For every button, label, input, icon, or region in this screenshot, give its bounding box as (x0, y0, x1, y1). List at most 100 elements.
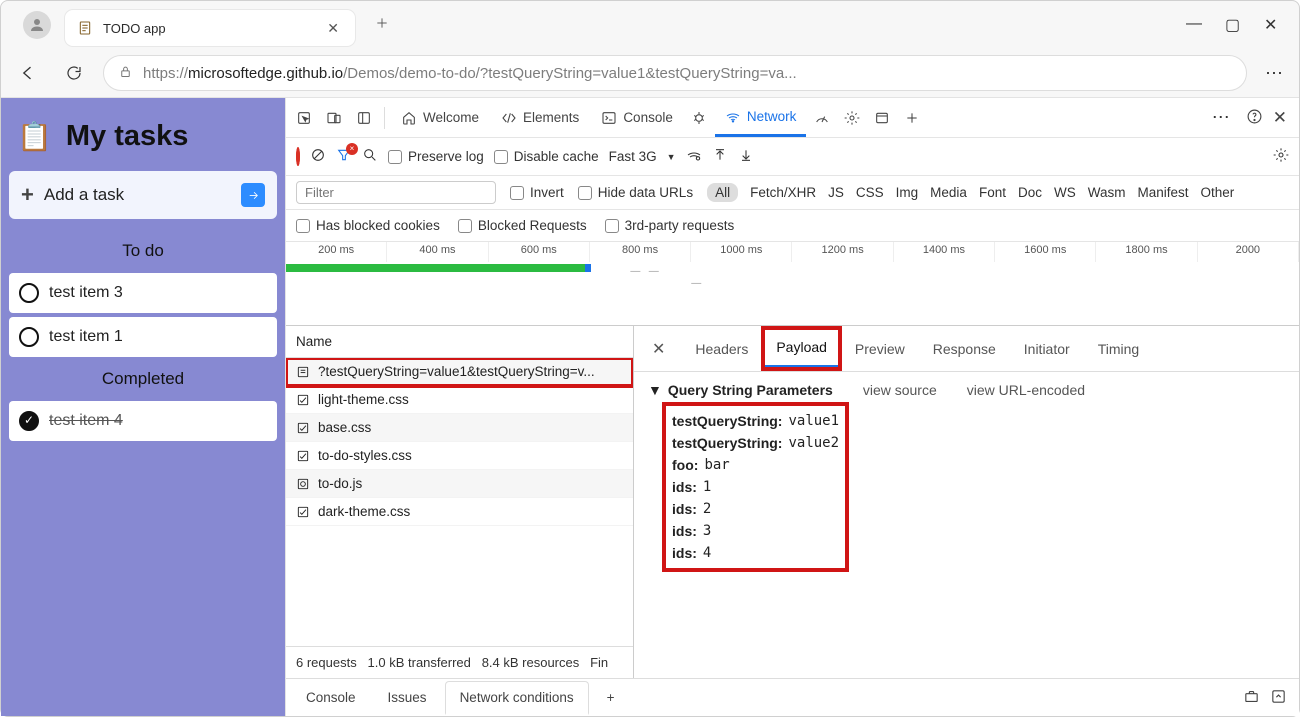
detail-tab-payload[interactable]: Payload (764, 329, 839, 368)
chevron-down-icon[interactable]: ▼ (667, 152, 676, 162)
filter-toggle-button[interactable]: × (336, 147, 352, 166)
check-circle-icon[interactable] (19, 411, 39, 431)
task-label: test item 3 (49, 284, 123, 302)
help-icon[interactable] (1246, 108, 1263, 128)
performance-icon[interactable] (808, 110, 836, 126)
filter-type[interactable]: Media (930, 185, 967, 200)
throttle-select[interactable]: Fast 3G (609, 149, 657, 164)
filter-type[interactable]: Wasm (1088, 185, 1126, 200)
filter-type[interactable]: WS (1054, 185, 1076, 200)
detail-tab-timing[interactable]: Timing (1086, 331, 1152, 367)
more-tabs-button[interactable] (898, 110, 926, 126)
request-row[interactable]: ?testQueryString=value1&testQueryString=… (286, 358, 633, 386)
detail-tab-initiator[interactable]: Initiator (1012, 331, 1082, 367)
debugger-icon[interactable] (685, 110, 713, 126)
minimize-button[interactable]: — (1186, 15, 1199, 35)
submit-task-button[interactable] (241, 183, 265, 207)
request-row[interactable]: base.css (286, 414, 633, 442)
more-menu-icon[interactable]: ⋯ (1259, 63, 1289, 84)
maximize-button[interactable]: ▢ (1225, 15, 1238, 35)
request-row[interactable]: light-theme.css (286, 386, 633, 414)
invert-checkbox[interactable]: Invert (510, 185, 564, 200)
download-icon[interactable] (738, 147, 754, 166)
view-source-link[interactable]: view source (863, 382, 937, 398)
settings-icon[interactable] (838, 110, 866, 126)
application-icon[interactable] (868, 110, 896, 126)
upload-icon[interactable] (712, 147, 728, 166)
request-row[interactable]: to-do.js (286, 470, 633, 498)
disable-cache-checkbox[interactable]: Disable cache (494, 149, 599, 164)
filter-type[interactable]: CSS (856, 185, 884, 200)
inspect-button[interactable] (290, 110, 318, 126)
tab-network[interactable]: Network (715, 98, 807, 137)
filter-type[interactable]: Doc (1018, 185, 1042, 200)
filter-type[interactable]: Img (896, 185, 919, 200)
search-button[interactable] (362, 147, 378, 166)
detail-tab-preview[interactable]: Preview (843, 331, 917, 367)
filter-type[interactable]: Font (979, 185, 1006, 200)
add-task-input[interactable]: + Add a task (9, 171, 277, 219)
back-button[interactable] (11, 56, 45, 90)
query-param: ids:3 (672, 520, 839, 542)
close-window-button[interactable]: ✕ (1264, 15, 1277, 35)
drawer-console[interactable]: Console (292, 682, 370, 713)
request-list: Name ?testQueryString=value1&testQuerySt… (286, 326, 634, 678)
close-detail-icon[interactable]: ✕ (638, 339, 679, 359)
request-row[interactable]: to-do-styles.css (286, 442, 633, 470)
plus-icon: + (21, 182, 34, 208)
task-item[interactable]: test item 1 (9, 317, 277, 357)
blocked-requests-checkbox[interactable]: Blocked Requests (458, 218, 587, 233)
blocked-cookies-checkbox[interactable]: Has blocked cookies (296, 218, 440, 233)
page-title: My tasks (66, 120, 189, 153)
clear-button[interactable] (310, 147, 326, 166)
network-timeline[interactable]: 200 ms400 ms 600 ms800 ms 1000 ms1200 ms… (286, 242, 1299, 326)
close-devtools-icon[interactable]: ✕ (1273, 108, 1287, 128)
tab-welcome[interactable]: Welcome (391, 98, 489, 137)
tab-elements[interactable]: Elements (491, 98, 589, 137)
network-filter-bar-2: Has blocked cookies Blocked Requests 3rd… (286, 210, 1299, 242)
qsp-title[interactable]: ▼ Query String Parameters (648, 382, 833, 398)
address-bar[interactable]: https://microsoftedge.github.io/Demos/de… (103, 55, 1247, 91)
filter-input[interactable] (296, 181, 496, 204)
hide-data-urls-checkbox[interactable]: Hide data URLs (578, 185, 693, 200)
filter-type[interactable]: Manifest (1137, 185, 1188, 200)
query-param: ids:1 (672, 476, 839, 498)
drawer-network-conditions[interactable]: Network conditions (445, 681, 589, 715)
task-item[interactable]: test item 4 (9, 401, 277, 441)
view-url-encoded-link[interactable]: view URL-encoded (967, 382, 1085, 398)
add-task-label: Add a task (44, 185, 241, 205)
detail-tab-headers[interactable]: Headers (683, 331, 760, 367)
network-settings-icon[interactable] (1273, 147, 1289, 166)
filter-type[interactable]: JS (828, 185, 844, 200)
circle-icon[interactable] (19, 283, 39, 303)
devtools-more-icon[interactable]: ⋯ (1206, 107, 1236, 128)
filter-type[interactable]: Other (1201, 185, 1235, 200)
tab-console[interactable]: Console (591, 98, 683, 137)
close-tab-icon[interactable]: ✕ (323, 16, 343, 41)
task-item[interactable]: test item 3 (9, 273, 277, 313)
dock-button[interactable] (350, 110, 378, 126)
request-list-header[interactable]: Name (286, 326, 633, 358)
record-button[interactable] (296, 149, 300, 164)
memo-icon (77, 20, 93, 36)
preserve-log-checkbox[interactable]: Preserve log (388, 149, 484, 164)
device-toggle-button[interactable] (320, 110, 348, 126)
drawer-icon[interactable] (1243, 688, 1260, 708)
filter-type[interactable]: Fetch/XHR (750, 185, 816, 200)
address-bar-row: https://microsoftedge.github.io/Demos/de… (1, 49, 1299, 97)
request-row[interactable]: dark-theme.css (286, 498, 633, 526)
profile-avatar[interactable] (23, 11, 51, 39)
circle-icon[interactable] (19, 327, 39, 347)
drawer-issues[interactable]: Issues (374, 682, 441, 713)
drawer-collapse-icon[interactable] (1270, 688, 1287, 708)
drawer-add-tab[interactable]: + (593, 682, 629, 713)
browser-tab[interactable]: TODO app ✕ (65, 10, 355, 46)
detail-tab-response[interactable]: Response (921, 331, 1008, 367)
filter-type-all[interactable]: All (707, 183, 738, 202)
query-param: testQueryString:value1 (672, 410, 839, 432)
new-tab-button[interactable] (369, 10, 395, 41)
refresh-button[interactable] (57, 56, 91, 90)
devtools-panel: Welcome Elements Console Network ⋯ ✕ (285, 98, 1299, 716)
network-config-icon[interactable] (686, 147, 702, 166)
thirdparty-checkbox[interactable]: 3rd-party requests (605, 218, 735, 233)
